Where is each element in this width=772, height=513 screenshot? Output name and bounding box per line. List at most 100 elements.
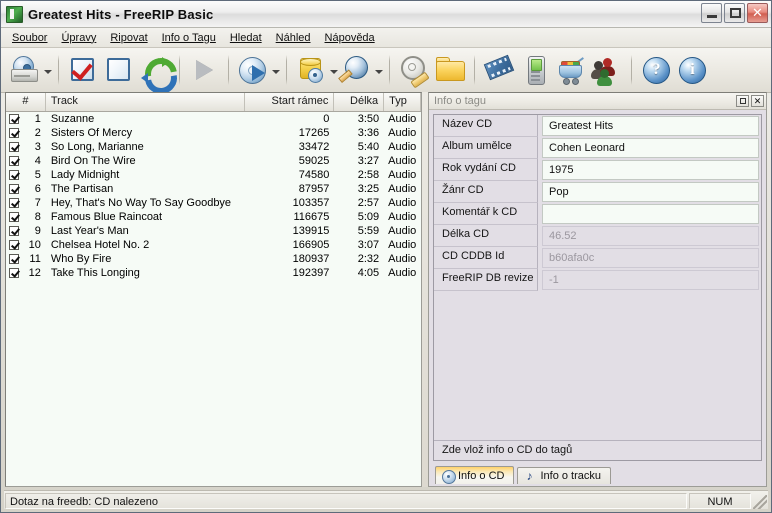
track-start-frame-cell: 87957	[298, 183, 330, 195]
track-start-frame-cell: 0	[323, 113, 330, 125]
track-checkbox[interactable]	[9, 212, 19, 222]
track-checkbox[interactable]	[9, 114, 19, 124]
track-checkbox[interactable]	[9, 128, 19, 138]
tag-field-input[interactable]: Pop	[542, 182, 759, 202]
chevron-down-icon	[43, 70, 52, 74]
deselect-all-button[interactable]	[101, 53, 137, 87]
menu-hledat[interactable]: Hledat	[223, 30, 269, 46]
table-row[interactable]: 7 Hey, That's No Way To Say Goodbye 103357…	[6, 196, 421, 210]
search-button[interactable]	[338, 53, 374, 87]
table-row[interactable]: 12 Take This Longing 192397 4:05 Audio	[6, 266, 421, 280]
tab-info-o-tracku[interactable]: ♪ Info o tracku	[517, 467, 612, 484]
column-header-track[interactable]: Track	[46, 93, 245, 111]
tag-field-row: Komentář k CD	[434, 203, 761, 225]
menu-info-o-tagu-label: Info o Tagu	[161, 31, 216, 44]
track-start-frame-cell: 59025	[298, 155, 330, 167]
rip-button[interactable]	[186, 53, 222, 87]
table-row[interactable]: 4 Bird On The Wire 59025 3:27 Audio	[6, 154, 421, 168]
menu-napoveda-label: Nápověda	[324, 31, 375, 44]
cd-play-button[interactable]	[235, 53, 271, 87]
maximize-button[interactable]	[724, 3, 745, 23]
minimize-button[interactable]	[701, 3, 722, 23]
track-checkbox[interactable]	[9, 254, 19, 264]
column-header-start[interactable]: Start rámec	[245, 93, 335, 111]
track-title-cell: Sisters Of Mercy	[50, 127, 133, 139]
refresh-button[interactable]	[137, 51, 184, 101]
track-checkbox[interactable]	[9, 142, 19, 152]
track-checkbox[interactable]	[9, 268, 19, 278]
tag-field-label: CD CDDB Id	[434, 247, 538, 269]
menu-nahled[interactable]: Náhled	[269, 30, 318, 46]
table-row[interactable]: 1 Suzanne 0 3:50 Audio	[6, 112, 421, 126]
menu-soubor[interactable]: Soubor	[5, 30, 54, 46]
settings-gear-wrench-icon	[399, 55, 430, 89]
menu-upravy[interactable]: Úpravy	[54, 30, 103, 46]
search-dropdown[interactable]	[374, 54, 383, 86]
close-button[interactable]: ✕	[747, 3, 768, 23]
track-number-cell: 1	[6, 113, 46, 125]
tag-field-label: FreeRIP DB revize	[434, 269, 538, 291]
table-row[interactable]: 2 Sisters Of Mercy 17265 3:36 Audio	[6, 126, 421, 140]
track-start-frame-cell: 74580	[298, 169, 330, 181]
tab-info-o-cd[interactable]: Info o CD	[435, 466, 515, 484]
shop-button[interactable]	[553, 53, 589, 87]
track-length-cell: 5:59	[357, 225, 380, 237]
community-button[interactable]	[589, 53, 625, 87]
track-number: 6	[34, 183, 41, 195]
track-checkbox[interactable]	[9, 240, 19, 250]
track-number: 1	[34, 113, 41, 125]
table-row[interactable]: 9 Last Year's Man 139915 5:59 Audio	[6, 224, 421, 238]
mobile-button[interactable]	[517, 53, 553, 87]
table-row[interactable]: 10 Chelsea Hotel No. 2 166905 3:07 Audio	[6, 238, 421, 252]
tag-field-row: Žánr CD Pop	[434, 181, 761, 203]
track-type-cell: Audio	[388, 183, 417, 195]
track-list-body[interactable]: 1 Suzanne 0 3:50 Audio 2 Sisters Of Mercy 17265…	[6, 112, 421, 486]
track-checkbox[interactable]	[9, 184, 19, 194]
track-checkbox[interactable]	[9, 198, 19, 208]
table-row[interactable]: 6 The Partisan 87957 3:25 Audio	[6, 182, 421, 196]
settings-button[interactable]	[396, 53, 432, 89]
about-button[interactable]: i	[674, 53, 710, 87]
cd-play-dropdown[interactable]	[271, 54, 280, 86]
table-row[interactable]: 8 Famous Blue Raincoat 116675 5:09 Audio	[6, 210, 421, 224]
menu-napoveda[interactable]: Nápověda	[318, 30, 382, 46]
track-type-cell: Audio	[388, 127, 417, 139]
track-checkbox[interactable]	[9, 156, 19, 166]
open-folder-button[interactable]	[432, 53, 468, 87]
cd-drive-button[interactable]	[7, 53, 43, 87]
video-button[interactable]	[481, 53, 517, 87]
tag-field-input[interactable]: Greatest Hits	[542, 116, 759, 136]
track-checkbox[interactable]	[9, 170, 19, 180]
tag-field-input[interactable]: Cohen Leonard	[542, 138, 759, 158]
main-content: # Track Start rámec Délka Typ 1 Suzanne 0 3…	[5, 92, 767, 487]
database-icon	[296, 55, 326, 85]
database-dropdown[interactable]	[329, 54, 338, 86]
track-checkbox[interactable]	[9, 226, 19, 236]
table-row[interactable]: 11 Who By Fire 180937 2:32 Audio	[6, 252, 421, 266]
column-header-type[interactable]: Typ	[384, 93, 421, 111]
tag-field-input[interactable]	[542, 204, 759, 224]
mobile-phone-icon	[520, 55, 550, 85]
column-header-length[interactable]: Délka	[334, 93, 385, 111]
resize-grip[interactable]	[753, 494, 767, 509]
table-row[interactable]: 5 Lady Midnight 74580 2:58 Audio	[6, 168, 421, 182]
tag-fields-filler	[434, 291, 761, 440]
table-row[interactable]: 3 So Long, Marianne 33472 5:40 Audio	[6, 140, 421, 154]
column-header-number[interactable]: #	[6, 93, 46, 111]
select-all-button[interactable]	[65, 53, 101, 87]
help-button[interactable]: ?	[638, 53, 674, 87]
menu-info-o-tagu[interactable]: Info o Tagu	[155, 30, 223, 46]
tag-field-input[interactable]: 1975	[542, 160, 759, 180]
cd-drive-dropdown[interactable]	[43, 54, 52, 86]
window-controls: ✕	[701, 3, 768, 23]
track-number-cell: 11	[6, 253, 46, 265]
tag-panel-maximize-button[interactable]	[736, 95, 749, 107]
database-button[interactable]	[293, 53, 329, 87]
select-all-checkbox-icon	[68, 55, 98, 85]
menu-soubor-label: Soubor	[12, 31, 48, 44]
track-number-cell: 3	[6, 141, 46, 153]
track-type-cell: Audio	[388, 225, 417, 237]
track-start-frame-cell: 192397	[292, 267, 330, 279]
tag-panel-close-button[interactable]: ✕	[751, 95, 764, 107]
menu-ripovat[interactable]: Ripovat	[103, 30, 154, 46]
